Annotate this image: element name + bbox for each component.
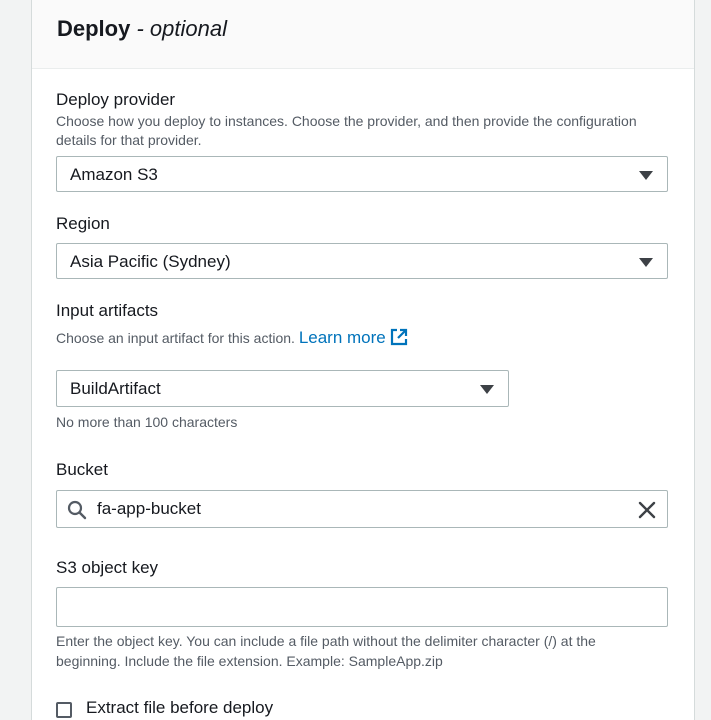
s3-object-key-description-line2: beginning. Include the file extension. E… — [56, 653, 443, 669]
extract-checkbox[interactable] — [56, 702, 72, 718]
region-label: Region — [56, 214, 110, 233]
caret-down-icon — [639, 258, 653, 267]
input-artifacts-label: Input artifacts — [56, 301, 159, 320]
bucket-field — [56, 490, 668, 528]
close-icon[interactable] — [637, 500, 657, 525]
s3-object-key-label: S3 object key — [56, 558, 159, 577]
input-artifacts-description-row: Choose an input artifact for this action… — [56, 328, 408, 350]
deploy-provider-label: Deploy provider — [56, 90, 176, 109]
input-artifact-constraint: No more than 100 characters — [56, 414, 238, 430]
external-link-icon — [390, 328, 408, 350]
caret-down-icon — [480, 385, 494, 394]
deploy-provider-select[interactable]: Amazon S3 — [56, 156, 668, 192]
learn-more-link[interactable]: Learn more — [299, 328, 408, 347]
panel-title-main: Deploy — [57, 16, 131, 41]
caret-down-icon — [639, 171, 653, 180]
bucket-input[interactable] — [97, 497, 617, 521]
search-icon — [67, 500, 87, 525]
panel-title: Deploy - optional — [57, 16, 227, 42]
input-artifact-select[interactable]: BuildArtifact — [56, 370, 509, 407]
input-artifacts-description: Choose an input artifact for this action… — [56, 330, 295, 346]
s3-object-key-description-line1: Enter the object key. You can include a … — [56, 633, 596, 649]
region-value: Asia Pacific (Sydney) — [70, 252, 231, 271]
input-artifact-value: BuildArtifact — [70, 379, 161, 398]
learn-more-label: Learn more — [298, 328, 386, 347]
s3-object-key-field — [56, 587, 668, 627]
s3-object-key-input[interactable] — [69, 596, 654, 620]
deploy-provider-value: Amazon S3 — [70, 165, 158, 184]
extract-checkbox-label: Extract file before deploy — [86, 698, 274, 717]
bucket-label: Bucket — [56, 460, 108, 479]
region-select[interactable]: Asia Pacific (Sydney) — [56, 243, 668, 279]
panel-header: Deploy - optional — [32, 0, 694, 69]
deploy-provider-description: Choose how you deploy to instances. Choo… — [56, 113, 637, 148]
panel-title-optional: - optional — [130, 16, 227, 41]
